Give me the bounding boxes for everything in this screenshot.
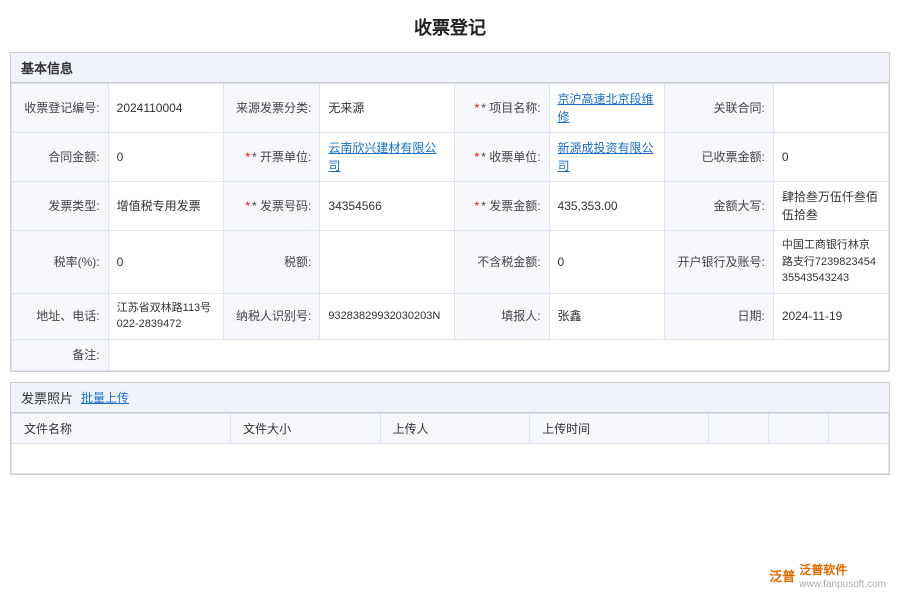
photo-section-label: 发票照片 [21,388,73,407]
table-row: 地址、电话: 江苏省双林路113号 022-2839472 纳税人识别号: 93… [12,293,889,339]
receipt-unit-value[interactable]: 新源成投资有限公司 [549,133,664,182]
invoice-unit-value[interactable]: 云南欣兴建材有限公司 [320,133,455,182]
file-action-col3 [829,413,889,443]
date-label: 日期: [664,293,773,339]
file-table-header: 文件名称 文件大小 上传人 上传时间 [12,413,889,443]
invoice-no-value: 34354566 [320,182,455,231]
file-size-header: 文件大小 [231,413,380,443]
required-star: * [245,199,250,213]
no-tax-amount-value: 0 [549,231,664,294]
photo-section-header: 发票照片 批量上传 [11,383,889,413]
invoice-no-label: ** 发票号码: [223,182,320,231]
required-star: * [245,150,250,164]
source-type-label: 来源发票分类: [223,84,320,133]
no-tax-amount-label: 不含税金额: [455,231,549,294]
tax-rate-value: 0 [108,231,223,294]
invoice-type-label: 发票类型: [12,182,109,231]
file-table: 文件名称 文件大小 上传人 上传时间 [11,413,889,474]
tax-rate-label: 税率(%): [12,231,109,294]
file-upload-time-header: 上传时间 [530,413,709,443]
photo-section: 发票照片 批量上传 文件名称 文件大小 上传人 上传时间 [10,382,890,475]
file-table-body [12,443,889,473]
page-title: 收票登记 [0,0,900,52]
file-table-empty-row [12,443,889,473]
bank-account-label: 开户银行及账号: [664,231,773,294]
invoice-amount-value: 435,353.00 [549,182,664,231]
contract-amount-value: 0 [108,133,223,182]
receipt-no-value: 2024110004 [108,84,223,133]
file-action-col2 [769,413,829,443]
receipt-no-label: 收票登记编号: [12,84,109,133]
table-row: 税率(%): 0 税额: 不含税金额: 0 开户银行及账号: 中国工商银行林京路… [12,231,889,294]
batch-upload-button[interactable]: 批量上传 [81,389,129,406]
file-uploader-header: 上传人 [380,413,529,443]
file-name-header: 文件名称 [12,413,231,443]
invoice-unit-label: ** 开票单位: [223,133,320,182]
address-phone-value: 江苏省双林路113号 022-2839472 [108,293,223,339]
filler-value: 张鑫 [549,293,664,339]
table-header-row: 文件名称 文件大小 上传人 上传时间 [12,413,889,443]
basic-info-header: 基本信息 [11,53,889,83]
table-row: 备注: [12,339,889,370]
related-contract-label: 关联合同: [664,84,773,133]
receipt-unit-label: ** 收票单位: [455,133,549,182]
remark-label: 备注: [12,339,109,370]
taxpayer-id-label: 纳税人识别号: [223,293,320,339]
basic-info-table: 收票登记编号: 2024110004 来源发票分类: 无来源 ** 项目名称: … [11,83,889,371]
tax-amount-value [320,231,455,294]
bank-account-value: 中国工商银行林京路支行723982345435543543243 [773,231,888,294]
required-star: * [475,199,480,213]
received-amount-label: 已收票金额: [664,133,773,182]
tax-amount-label: 税额: [223,231,320,294]
project-name-label: ** 项目名称: [455,84,549,133]
amount-in-words-value: 肆拾叁万伍仟叁佰伍拾叁 [773,182,888,231]
invoice-type-value: 增值税专用发票 [108,182,223,231]
related-contract-value [773,84,888,133]
basic-info-section: 基本信息 收票登记编号: 2024110004 来源发票分类: 无来源 ** 项… [10,52,890,372]
required-star: * [475,150,480,164]
contract-amount-label: 合同金额: [12,133,109,182]
project-name-value[interactable]: 京沪高速北京段维修 [549,84,664,133]
watermark: 泛普 泛普软件 www.fanpusoft.com [769,561,886,590]
taxpayer-id-value: 93283829932030203N [320,293,455,339]
watermark-logo: 泛普 [769,566,795,585]
table-row: 收票登记编号: 2024110004 来源发票分类: 无来源 ** 项目名称: … [12,84,889,133]
invoice-amount-label: ** 发票金额: [455,182,549,231]
watermark-text: 泛普软件 www.fanpusoft.com [799,561,886,590]
date-value: 2024-11-19 [773,293,888,339]
table-row: 发票类型: 增值税专用发票 ** 发票号码: 34354566 ** 发票金额:… [12,182,889,231]
required-star: * [475,101,480,115]
remark-value [108,339,888,370]
amount-in-words-label: 金额大写: [664,182,773,231]
source-type-value: 无来源 [320,84,455,133]
received-amount-value: 0 [773,133,888,182]
file-action-col1 [709,413,769,443]
address-phone-label: 地址、电话: [12,293,109,339]
filler-label: 填报人: [455,293,549,339]
table-row: 合同金额: 0 ** 开票单位: 云南欣兴建材有限公司 ** 收票单位: 新源成… [12,133,889,182]
